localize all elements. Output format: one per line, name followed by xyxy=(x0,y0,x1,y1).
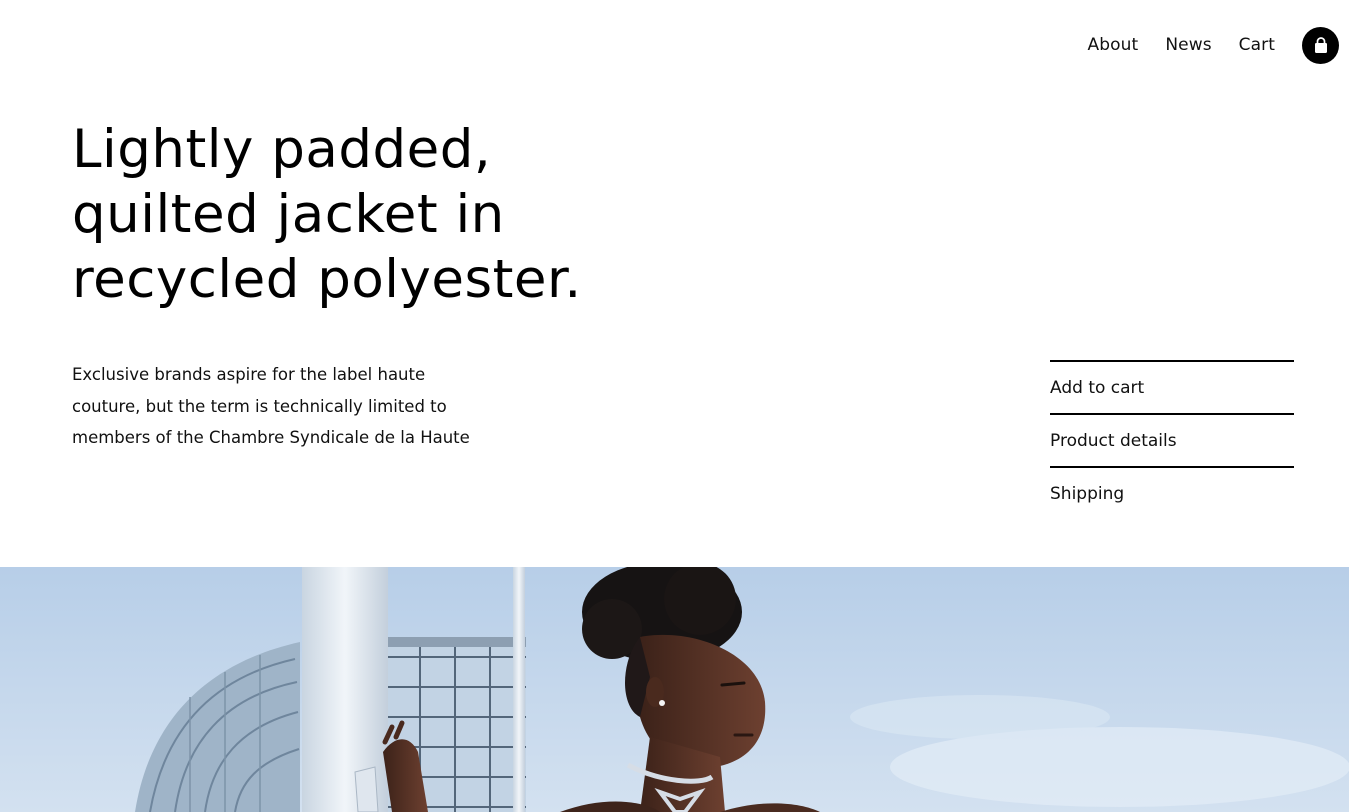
product-accordion: Add to cart Product details Shipping xyxy=(1050,360,1294,519)
accordion-product-details[interactable]: Product details xyxy=(1050,413,1294,466)
nav-link-news[interactable]: News xyxy=(1165,35,1211,55)
shopping-bag-icon xyxy=(1314,36,1327,53)
description-line: couture, but the term is technically lim… xyxy=(72,396,447,416)
nav-link-cart[interactable]: Cart xyxy=(1239,35,1275,55)
product-title: Lightly padded, quilted jacket in recycl… xyxy=(72,117,692,312)
product-page: About News Cart Lightly padded, quilted … xyxy=(0,0,1349,812)
description-line: Exclusive brands aspire for the label ha… xyxy=(72,365,426,384)
model-photo xyxy=(0,567,1349,812)
nav-link-about[interactable]: About xyxy=(1088,35,1139,55)
main-nav: About News Cart xyxy=(1088,26,1339,64)
title-line: quilted jacket in xyxy=(72,184,505,245)
accordion-shipping[interactable]: Shipping xyxy=(1050,466,1294,519)
product-description: Exclusive brands aspire for the label ha… xyxy=(72,359,532,454)
title-line: recycled polyester. xyxy=(72,249,582,310)
description-line: members of the Chambre Syndicale de la H… xyxy=(72,428,470,447)
accordion-add-to-cart[interactable]: Add to cart xyxy=(1050,360,1294,413)
bag-button[interactable] xyxy=(1302,26,1339,64)
title-line: Lightly padded, xyxy=(72,119,492,180)
